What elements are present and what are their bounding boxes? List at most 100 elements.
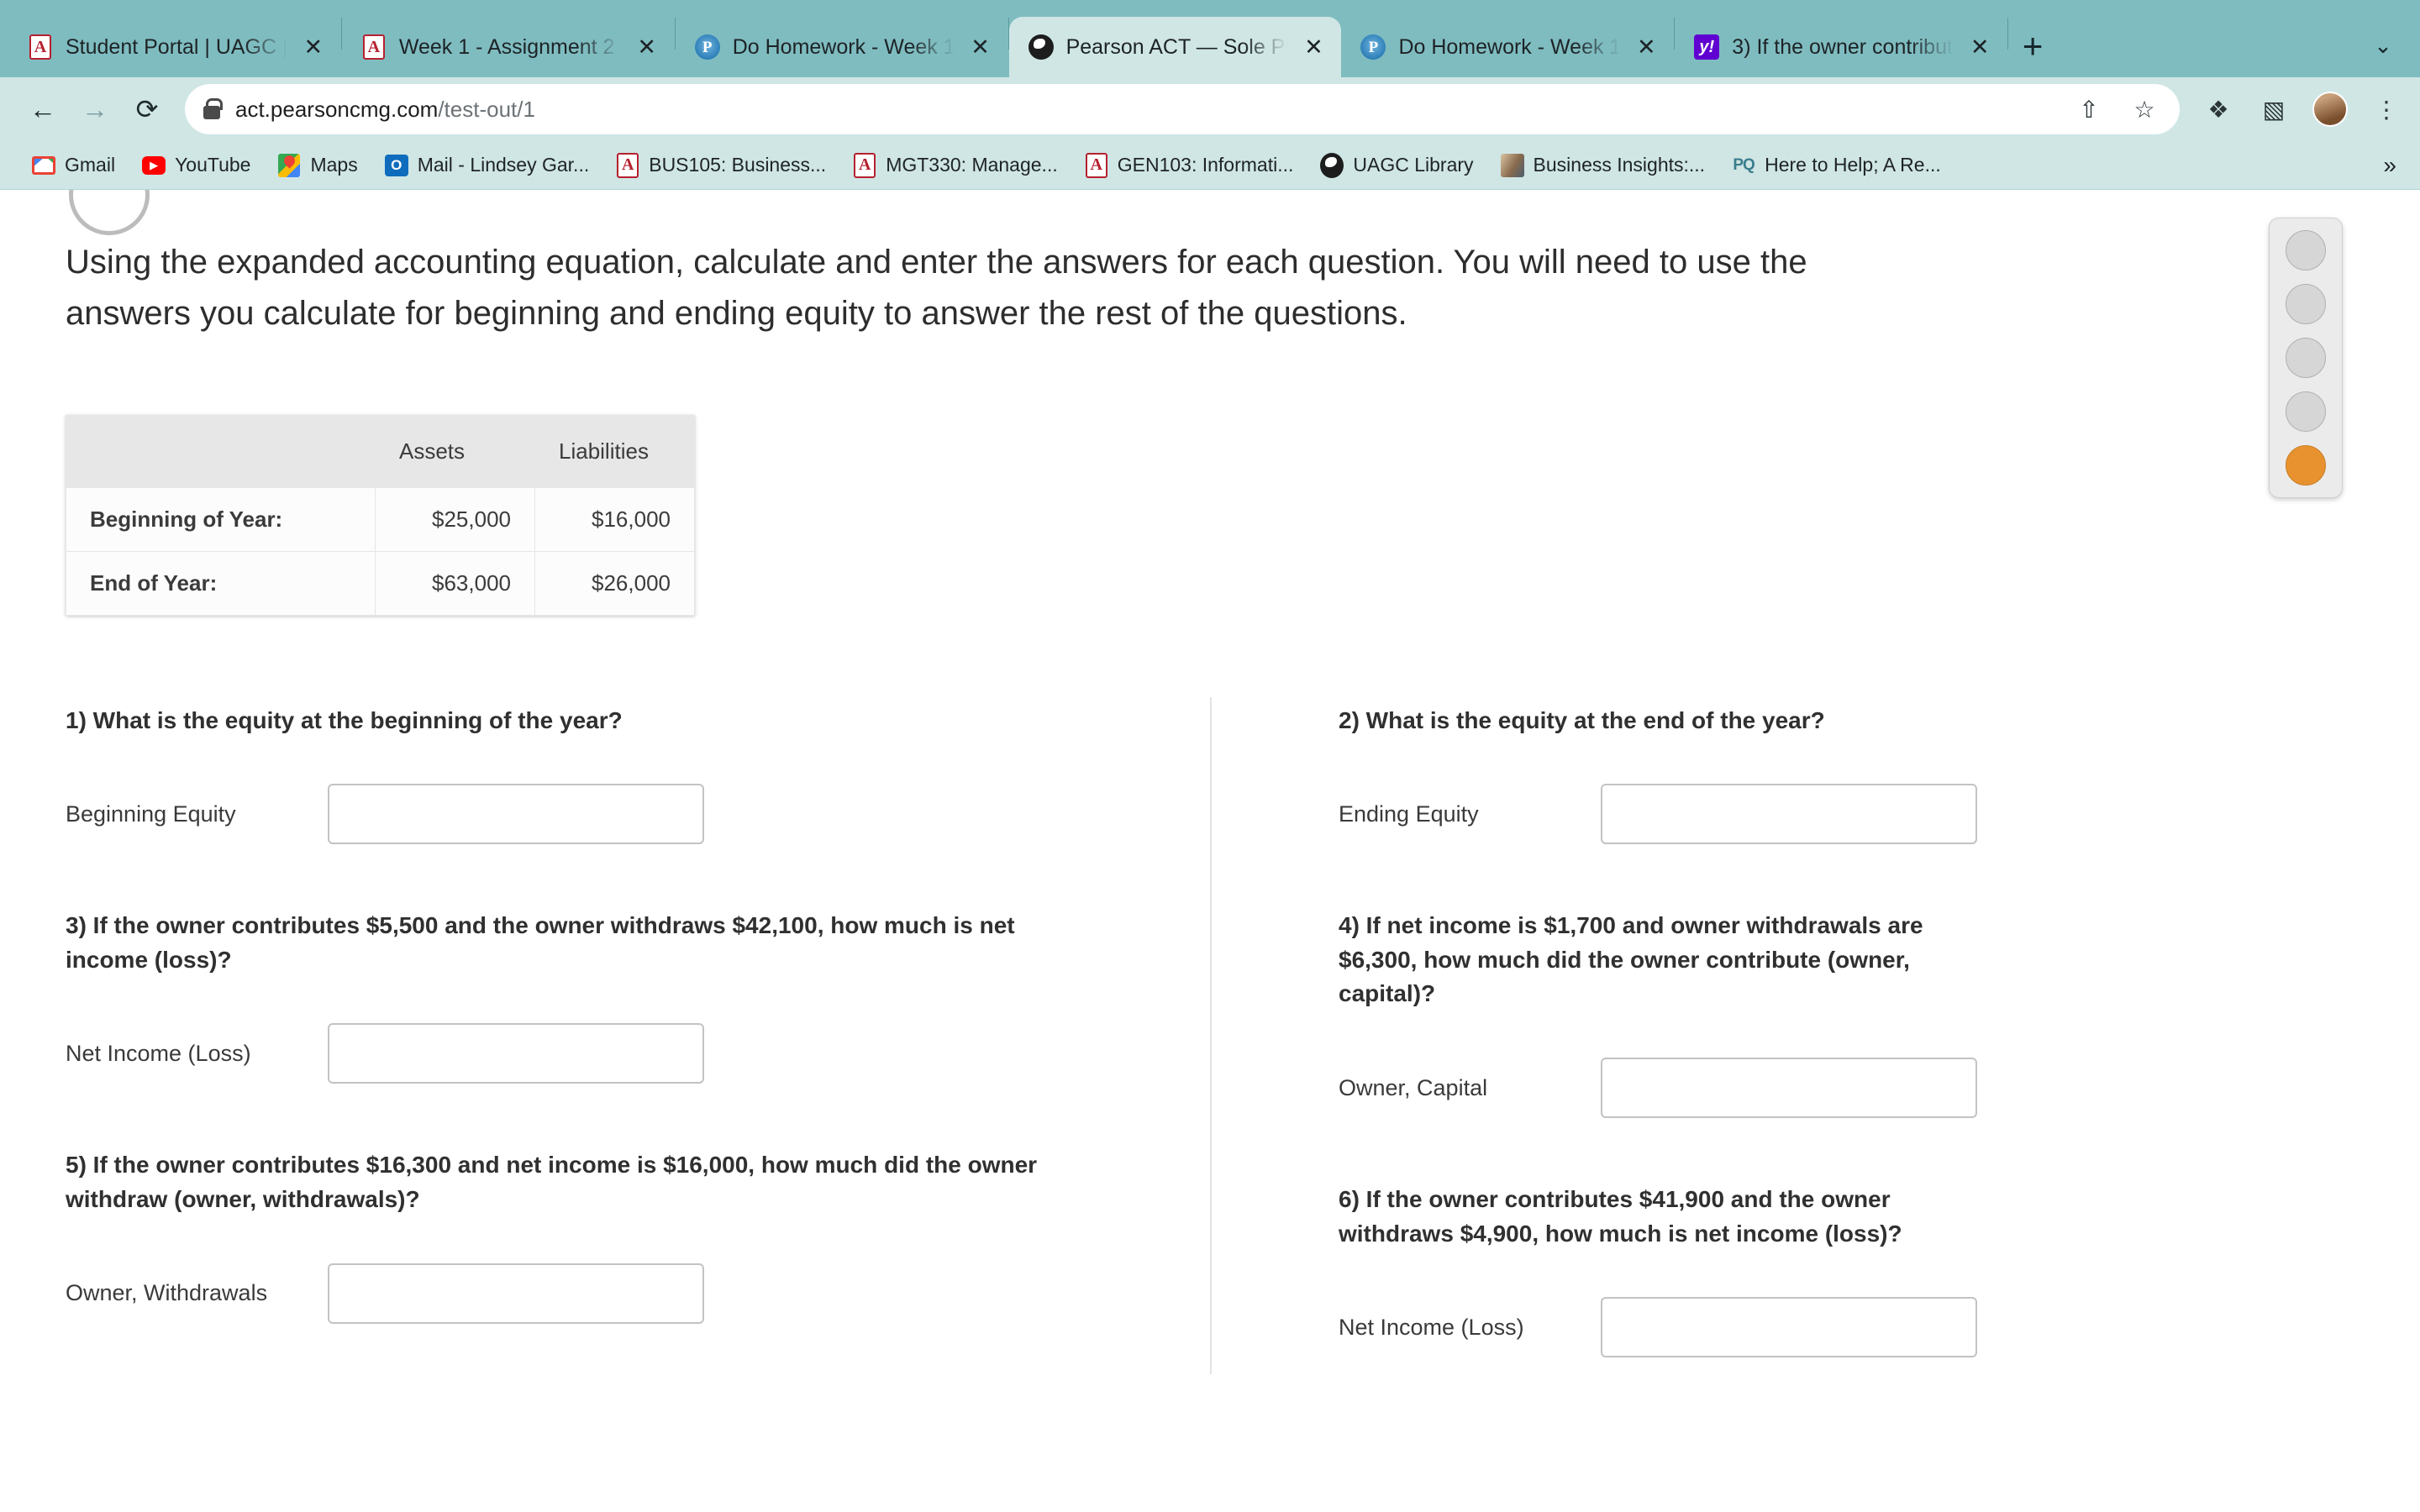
question-6: 6) If the owner contributes $41,900 and … (1339, 1183, 1977, 1363)
chevron-down-icon[interactable]: ⌄ (2358, 20, 2408, 71)
table-header-liabilities: Liabilities (534, 414, 695, 488)
palette-dot-1[interactable] (2286, 230, 2326, 270)
tab-title: Week 1 - Assignment 2 (398, 34, 615, 59)
bookmark-business-insights[interactable]: Business Insights:... (1487, 147, 1719, 184)
share-icon[interactable]: ⇧ (2072, 92, 2106, 126)
answer-label: Net Income (Loss) (66, 1041, 251, 1067)
answer-label: Owner, Withdrawals (66, 1280, 268, 1306)
answer-row: Ending Equity (1339, 778, 1977, 850)
question-prompt: 1) What is the equity at the beginning o… (66, 706, 623, 733)
new-tab-button[interactable]: + (2008, 22, 2057, 71)
bookmark-label: MGT330: Manage... (886, 154, 1058, 176)
tab-title: Do Homework - Week 1 – A (1398, 34, 1621, 59)
palette-dot-5[interactable] (2286, 445, 2326, 486)
bookmark-label: BUS105: Business... (649, 154, 827, 176)
close-icon[interactable]: ✕ (299, 33, 328, 61)
answer-label: Net Income (Loss) (1339, 1314, 1524, 1340)
bookmark-label: GEN103: Informati... (1117, 154, 1294, 176)
bookmark-label: YouTube (175, 154, 251, 176)
bookmark-label: Here to Help; A Re... (1765, 154, 1941, 176)
table-row: End of Year: $63,000 $26,000 (66, 550, 695, 616)
tab-title: 3) If the owner contributes (1732, 34, 1954, 59)
bookmark-gen103[interactable]: A GEN103: Informati... (1071, 147, 1307, 184)
browser-tab-1[interactable]: A Student Portal | UAGC | Uni ✕ (8, 17, 341, 77)
close-icon[interactable]: ✕ (1965, 33, 1994, 61)
color-palette-panel (2269, 218, 2343, 498)
back-button[interactable]: ← (17, 83, 69, 135)
uagc-icon: A (360, 34, 387, 60)
bookmark-star-icon[interactable]: ☆ (2128, 92, 2161, 126)
questions-grid: 1) What is the equity at the beginning o… (66, 696, 1977, 1396)
question-prompt: 3) If the owner contributes $5,500 and t… (66, 912, 1015, 973)
browser-toolbar: ← → ⟳ act.pearsoncmg.com/test-out/1 ⇧ ☆ … (0, 77, 2420, 141)
answer-row: Owner, Capital (1339, 1052, 1977, 1124)
bookmark-bus105[interactable]: A BUS105: Business... (602, 147, 839, 184)
reload-button[interactable]: ⟳ (121, 83, 173, 135)
bookmark-label: Maps (310, 154, 358, 176)
ending-equity-input[interactable] (1601, 784, 1977, 845)
avatar[interactable] (2312, 92, 2348, 127)
net-income-loss-input-q3[interactable] (328, 1023, 704, 1084)
question-3: 3) If the owner contributes $5,500 and t… (66, 909, 1221, 1089)
bookmark-gmail[interactable]: Gmail (18, 147, 129, 184)
question-4: 4) If net income is $1,700 and owner wit… (1339, 909, 1977, 1124)
close-icon[interactable]: ✕ (1299, 33, 1328, 61)
question-2: 2) What is the equity at the end of the … (1339, 704, 1977, 851)
gmail-icon (32, 154, 55, 177)
table-header-assets: Assets (375, 414, 535, 488)
tab-title: Pearson ACT — Sole Propri (1065, 34, 1288, 59)
beginning-equity-input[interactable] (328, 784, 704, 845)
url-text: act.pearsoncmg.com/test-out/1 (235, 97, 535, 123)
question-prompt: 4) If net income is $1,700 and owner wit… (1339, 912, 1923, 1007)
globe-icon (1028, 34, 1055, 60)
bookmarks-overflow-icon[interactable]: » (2383, 152, 2402, 179)
extensions-puzzle-icon[interactable]: ❖ (2202, 92, 2235, 126)
owner-withdrawals-input[interactable] (328, 1263, 704, 1324)
browser-tab-6[interactable]: y! 3) If the owner contributes ✕ (1675, 17, 2007, 77)
browser-tab-4-active[interactable]: Pearson ACT — Sole Propri ✕ (1008, 17, 1342, 77)
answer-row: Owner, Withdrawals (66, 1257, 1221, 1330)
tab-strip: A Student Portal | UAGC | Uni ✕ A Week 1… (0, 0, 2420, 77)
bookmark-mgt330[interactable]: A MGT330: Manage... (839, 147, 1071, 184)
question-1: 1) What is the equity at the beginning o… (66, 704, 1221, 851)
question-prompt: 6) If the owner contributes $41,900 and … (1339, 1185, 1902, 1247)
pearson-icon: P (694, 34, 721, 60)
answer-row: Net Income (Loss) (66, 1017, 1221, 1089)
browser-tab-5[interactable]: P Do Homework - Week 1 – A ✕ (1341, 17, 1674, 77)
close-icon[interactable]: ✕ (966, 33, 995, 61)
question-5: 5) If the owner contributes $16,300 and … (66, 1148, 1221, 1329)
palette-dot-2[interactable] (2286, 284, 2326, 324)
bookmark-mail[interactable]: O Mail - Lindsey Gar... (371, 147, 603, 184)
palette-dot-3[interactable] (2286, 338, 2326, 378)
uagc-icon: A (27, 34, 54, 60)
bookmark-maps[interactable]: Maps (264, 147, 371, 184)
outlook-icon: O (384, 154, 408, 177)
palette-dot-4[interactable] (2286, 391, 2326, 432)
browser-tab-2[interactable]: A Week 1 - Assignment 2 ✕ (342, 17, 675, 77)
cell-assets: $63,000 (375, 550, 535, 616)
question-prompt: 5) If the owner contributes $16,300 and … (66, 1152, 1038, 1212)
bookmark-here-to-help[interactable]: PQ Here to Help; A Re... (1718, 147, 1954, 184)
close-icon[interactable]: ✕ (1632, 33, 1660, 61)
chrome-menu-icon[interactable]: ⋮ (2370, 92, 2403, 126)
lock-icon (203, 98, 223, 120)
tab-title: Student Portal | UAGC | Uni (66, 34, 287, 59)
close-icon[interactable]: ✕ (633, 33, 661, 61)
browser-window: A Student Portal | UAGC | Uni ✕ A Week 1… (0, 0, 2420, 1512)
bookmark-uagc-library[interactable]: UAGC Library (1307, 147, 1486, 184)
address-bar[interactable]: act.pearsoncmg.com/test-out/1 ⇧ ☆ (185, 84, 2180, 134)
table-body: Beginning of Year: $25,000 $16,000 End o… (66, 486, 695, 616)
url-path: /test-out/1 (438, 96, 535, 122)
browser-tab-3[interactable]: P Do Homework - Week 1 - A ✕ (676, 17, 1008, 77)
page-viewport: Using the expanded accounting equation, … (0, 190, 2420, 1512)
owner-capital-input[interactable] (1601, 1057, 1977, 1118)
page-content: Using the expanded accounting equation, … (0, 190, 1977, 1396)
omnibox-actions: ⇧ ☆ (2072, 92, 2161, 126)
net-income-loss-input-q6[interactable] (1601, 1297, 1977, 1358)
side-panel-icon[interactable]: ▧ (2257, 92, 2291, 126)
forward-button[interactable]: → (69, 83, 121, 135)
bookmark-label: Gmail (65, 154, 116, 176)
questions-column-left: 1) What is the equity at the beginning o… (66, 704, 1271, 1396)
bookmark-youtube[interactable]: ▶ YouTube (129, 147, 264, 184)
answer-label: Beginning Equity (66, 801, 236, 827)
